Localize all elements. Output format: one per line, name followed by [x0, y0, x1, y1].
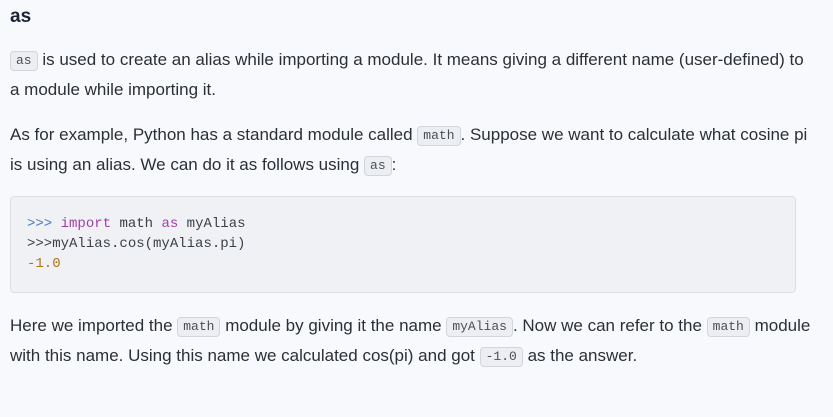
code-keyword-import: import: [60, 216, 112, 232]
paragraph-text: as the answer.: [522, 346, 638, 365]
code-text: math: [111, 216, 162, 232]
code-text: myAlias: [178, 216, 246, 232]
paragraph-text: module by giving it the name: [220, 316, 447, 335]
section-heading: as: [10, 6, 32, 27]
paragraph-intro: as is used to create an alias while impo…: [10, 45, 815, 105]
code-keyword-as: as: [161, 216, 179, 232]
inline-code-myalias: myAlias: [446, 317, 513, 337]
code-prompt: >>>: [27, 216, 53, 232]
paragraph-text: is used to create an alias while importi…: [10, 50, 804, 99]
paragraph-text: Here we imported the: [10, 316, 178, 335]
paragraph-text: As for example, Python has a standard mo…: [10, 125, 418, 144]
inline-code-value: -1.0: [479, 347, 523, 367]
inline-code-as: as: [10, 51, 38, 71]
code-output-value: -1.0: [27, 256, 61, 272]
code-block[interactable]: >>> import math as myAlias >>>myAlias.co…: [10, 196, 796, 293]
code-line-2: >>>myAlias.cos(myAlias.pi): [27, 234, 795, 254]
inline-code-math: math: [177, 317, 221, 337]
inline-code-math: math: [417, 126, 461, 146]
paragraph-text: :: [391, 155, 397, 174]
paragraph-explanation: Here we imported the math module by givi…: [10, 311, 815, 371]
paragraph-text: . Now we can refer to the: [512, 316, 707, 335]
code-prompt: >>>: [27, 236, 53, 252]
inline-code-math: math: [706, 317, 750, 337]
code-text: myAlias.cos(myAlias.pi): [52, 236, 246, 252]
inline-code-as: as: [364, 156, 392, 176]
paragraph-example: As for example, Python has a standard mo…: [10, 120, 815, 180]
code-line-1: >>> import math as myAlias: [27, 214, 795, 234]
code-line-3: -1.0: [27, 254, 795, 274]
